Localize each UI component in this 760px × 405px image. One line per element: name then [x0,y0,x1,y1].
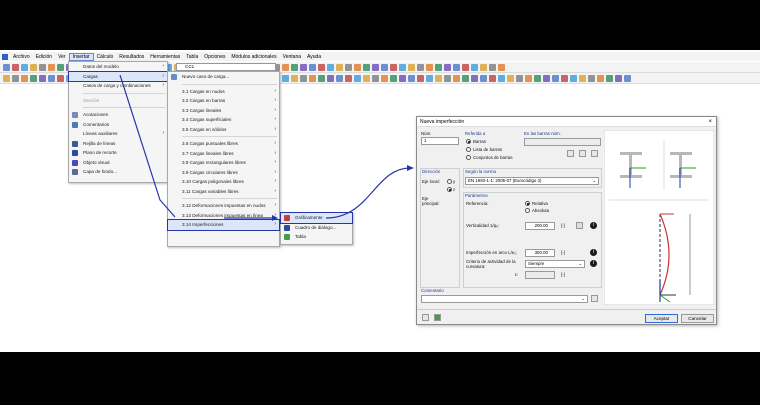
clear-selection-icon[interactable] [591,150,598,157]
direccion-group [420,168,460,288]
eje-y-label: y [453,179,456,184]
eps-label: ε: [515,272,519,277]
num-label: Núm. [421,131,432,136]
eje-z-radio[interactable] [447,187,452,192]
arco-input[interactable]: 300.00 [525,249,555,257]
help-icon[interactable] [422,314,429,321]
info-icon[interactable]: i [590,222,597,229]
eje-z-label: z [453,187,456,192]
select-list-icon[interactable] [579,150,586,157]
barras-input[interactable] [524,138,601,146]
direccion-label: Dirección [422,169,441,174]
eje-local-label: Eje local: [422,179,440,184]
select-member-icon[interactable] [567,150,574,157]
ref-radio-lista[interactable] [466,147,471,152]
ref-option-2: Lista de barras [473,147,503,152]
relativa-label: Relativa [532,201,548,206]
criterio-select[interactable]: Siempre ⌄ [525,260,585,268]
ref-radio-barras[interactable] [466,139,471,144]
info-icon[interactable]: i [590,249,597,256]
dialog-title: Nueva imperfección × [417,117,716,127]
arco-label: Imperfección en arco L/e₀: [466,250,518,255]
absoluta-radio[interactable] [525,208,530,213]
table-icon[interactable] [434,314,441,321]
barras-label: En las barras núm. [524,131,561,136]
comment-library-icon[interactable] [591,295,598,302]
ref-radio-conjuntos[interactable] [466,155,471,160]
comentario-label: Comentario [421,288,444,293]
absoluta-label: Absoluta [532,208,550,213]
ref-label: Referida a [465,131,486,136]
arco-unit: [-] [561,250,565,255]
verticalidad-input[interactable]: 200.00 [525,222,555,230]
comentario-input[interactable]: ⌄ [421,295,588,303]
chevron-down-icon: ⌄ [578,261,582,266]
eje-principal-label: Eje principal: [422,196,440,206]
aceptar-button[interactable]: Aceptar [645,314,678,323]
eps-input[interactable] [525,271,555,279]
norma-select[interactable]: EN 1993-1-1: 2005-07 (Eurocódigo 3) ⌄ [465,177,599,185]
parametros-label: Parámetros [465,193,488,198]
relativa-radio[interactable] [525,201,530,206]
chevron-down-icon: ⌄ [581,296,585,301]
ref2-label: Referencia: [466,201,489,206]
footer-divider [417,309,716,310]
ref-option-3: Conjuntos de barras [473,155,513,160]
norma-label: Según la norma [465,169,496,174]
cancelar-button[interactable]: Cancelar [681,314,714,323]
criterio-label: Criterio de actividad de la curvatura: [466,259,516,269]
verticalidad-unit: [-] [561,223,565,228]
verticalidad-label: Verticalidad 1/φ₀: [466,223,500,228]
imperfection-illustration [604,130,714,305]
eje-y-radio[interactable] [447,179,452,184]
close-icon[interactable]: × [708,117,712,127]
nueva-imperfeccion-dialog: Nueva imperfección × Núm. 1 Referida a B… [416,116,717,325]
num-input[interactable]: 1 [421,137,459,145]
info-icon[interactable]: i [590,260,597,267]
ref-option-1: Barras [473,139,486,144]
chevron-down-icon: ⌄ [592,178,596,183]
eps-unit: [-] [561,272,565,277]
calculator-icon[interactable] [576,222,583,229]
